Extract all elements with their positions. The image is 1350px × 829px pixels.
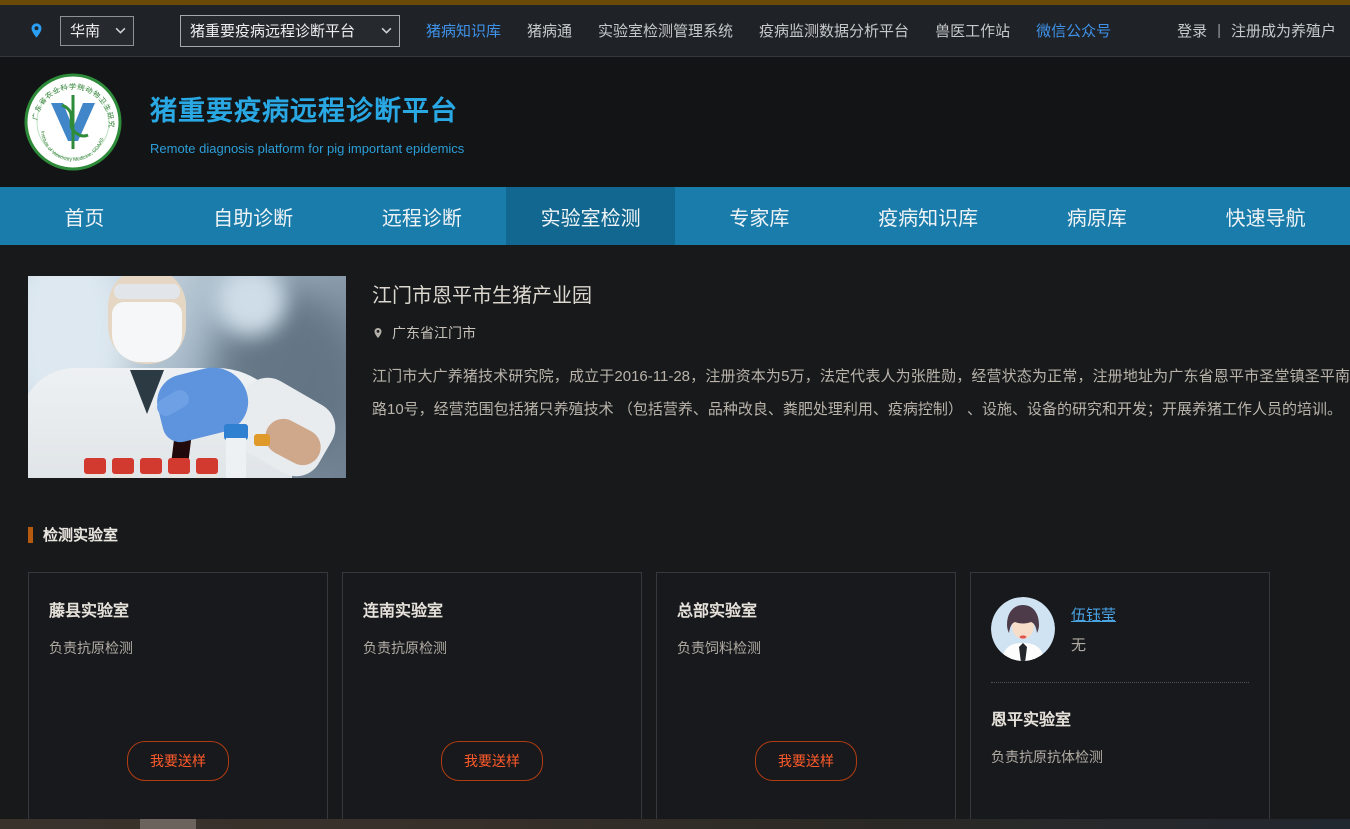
park-location: 广东省江门市 <box>392 323 476 343</box>
lab-card-liannan: 连南实验室 负责抗原检测 我要送样 <box>342 572 642 829</box>
lab-name: 总部实验室 <box>677 597 935 621</box>
lab-card-enping: 伍钰莹 无 恩平实验室 负责抗原抗体检测 我要送样 <box>970 572 1270 829</box>
top-link-pig-disease-tong[interactable]: 猪病通 <box>527 20 572 41</box>
region-select-value: 华南 <box>70 20 100 41</box>
photo-shape <box>112 302 182 362</box>
lab-name: 连南实验室 <box>363 597 621 621</box>
main-nav: 首页 自助诊断 远程诊断 实验室检测 专家库 疫病知识库 病原库 快速导航 <box>0 187 1350 245</box>
dotted-divider <box>991 682 1249 683</box>
header-text: 猪重要疫病远程诊断平台 Remote diagnosis platform fo… <box>150 89 464 156</box>
location-pin-icon <box>372 325 384 341</box>
lab-name: 恩平实验室 <box>991 706 1249 730</box>
photo-shape <box>112 458 134 474</box>
photo-shape <box>84 458 106 474</box>
lab-photo <box>28 276 346 478</box>
lab-card-headquarters: 总部实验室 负责饲料检测 我要送样 <box>656 572 956 829</box>
lab-duty: 负责抗原检测 <box>49 638 307 658</box>
photo-shape <box>84 458 234 478</box>
send-sample-button[interactable]: 我要送样 <box>755 741 857 781</box>
park-info-block: 江门市恩平市生猪产业园 广东省江门市 江门市大广养猪技术研究院，成立于2016-… <box>28 276 1322 478</box>
top-utility-bar: 华南 猪重要疫病远程诊断平台 猪病知识库 猪病通 实验室检测管理系统 疫病监测数… <box>0 5 1350 57</box>
site-title: 猪重要疫病远程诊断平台 <box>150 89 464 128</box>
lab-name: 藤县实验室 <box>49 597 307 621</box>
platform-select-value: 猪重要疫病远程诊断平台 <box>190 20 355 41</box>
send-sample-button[interactable]: 我要送样 <box>127 741 229 781</box>
chevron-down-icon <box>115 27 126 34</box>
send-sample-button[interactable]: 我要送样 <box>441 741 543 781</box>
login-link[interactable]: 登录 <box>1177 20 1207 41</box>
photo-shape <box>168 458 190 474</box>
lab-duty: 负责饲料检测 <box>677 638 935 658</box>
top-link-vet-workstation[interactable]: 兽医工作站 <box>935 20 1010 41</box>
contact-name-link[interactable]: 伍钰莹 <box>1071 604 1116 625</box>
nav-item-remote-diagnosis[interactable]: 远程诊断 <box>338 187 507 245</box>
top-link-pig-disease-kb[interactable]: 猪病知识库 <box>426 20 501 41</box>
photo-shape <box>196 458 218 474</box>
register-link[interactable]: 注册成为养殖户 <box>1231 20 1336 41</box>
nav-item-lab-testing[interactable]: 实验室检测 <box>506 187 675 245</box>
section-title: 检测实验室 <box>43 524 118 545</box>
top-link-wechat-account[interactable]: 微信公众号 <box>1036 20 1111 41</box>
scrollbar-thumb[interactable] <box>140 819 196 829</box>
content: 江门市恩平市生猪产业园 广东省江门市 江门市大广养猪技术研究院，成立于2016-… <box>0 245 1350 829</box>
lab-cards: 藤县实验室 负责抗原检测 我要送样 连南实验室 负责抗原检测 我要送样 总部实验… <box>28 572 1322 829</box>
site-subtitle: Remote diagnosis platform for pig import… <box>150 141 464 156</box>
institute-logo: 广东省农业科学院动物卫生研究所 Institute of Veterinary … <box>24 73 122 171</box>
nav-item-home[interactable]: 首页 <box>0 187 169 245</box>
top-links: 猪病知识库 猪病通 实验室检测管理系统 疫病监测数据分析平台 兽医工作站 微信公… <box>426 20 1111 41</box>
site-header: 广东省农业科学院动物卫生研究所 Institute of Veterinary … <box>0 57 1350 187</box>
park-description: 江门市大广养猪技术研究院，成立于2016-11-28，注册资本为5万，法定代表人… <box>372 360 1350 426</box>
park-info: 江门市恩平市生猪产业园 广东省江门市 江门市大广养猪技术研究院，成立于2016-… <box>372 276 1350 478</box>
photo-shape <box>140 458 162 474</box>
lab-duty: 负责抗原检测 <box>363 638 621 658</box>
top-link-lab-management-system[interactable]: 实验室检测管理系统 <box>598 20 733 41</box>
nav-item-epidemic-kb[interactable]: 疫病知识库 <box>844 187 1013 245</box>
section-accent-bar <box>28 527 33 543</box>
nav-item-expert-library[interactable]: 专家库 <box>675 187 844 245</box>
labs-section-header: 检测实验室 <box>28 524 1322 545</box>
top-link-epidemic-data-platform[interactable]: 疫病监测数据分析平台 <box>759 20 909 41</box>
region-select[interactable]: 华南 <box>60 16 134 46</box>
chevron-down-icon <box>381 27 392 34</box>
park-name: 江门市恩平市生猪产业园 <box>372 279 1350 308</box>
platform-select[interactable]: 猪重要疫病远程诊断平台 <box>180 15 400 47</box>
lab-duty: 负责抗原抗体检测 <box>991 747 1249 767</box>
photo-shape <box>254 434 270 446</box>
park-location-row: 广东省江门市 <box>372 323 1350 343</box>
auth-links: 登录 | 注册成为养殖户 <box>1177 20 1336 41</box>
nav-item-quick-nav[interactable]: 快速导航 <box>1181 187 1350 245</box>
contact-text: 伍钰莹 无 <box>1071 597 1116 655</box>
contact-avatar[interactable] <box>991 597 1055 661</box>
photo-shape <box>114 284 180 299</box>
auth-divider: | <box>1217 22 1221 39</box>
horizontal-scrollbar[interactable] <box>0 819 1350 829</box>
nav-item-pathogen-library[interactable]: 病原库 <box>1013 187 1182 245</box>
contact-note: 无 <box>1071 634 1116 655</box>
location-pin-icon <box>28 19 45 42</box>
lab-contact: 伍钰莹 无 <box>991 597 1249 661</box>
lab-card-tengxian: 藤县实验室 负责抗原检测 我要送样 <box>28 572 328 829</box>
nav-item-self-diagnosis[interactable]: 自助诊断 <box>169 187 338 245</box>
